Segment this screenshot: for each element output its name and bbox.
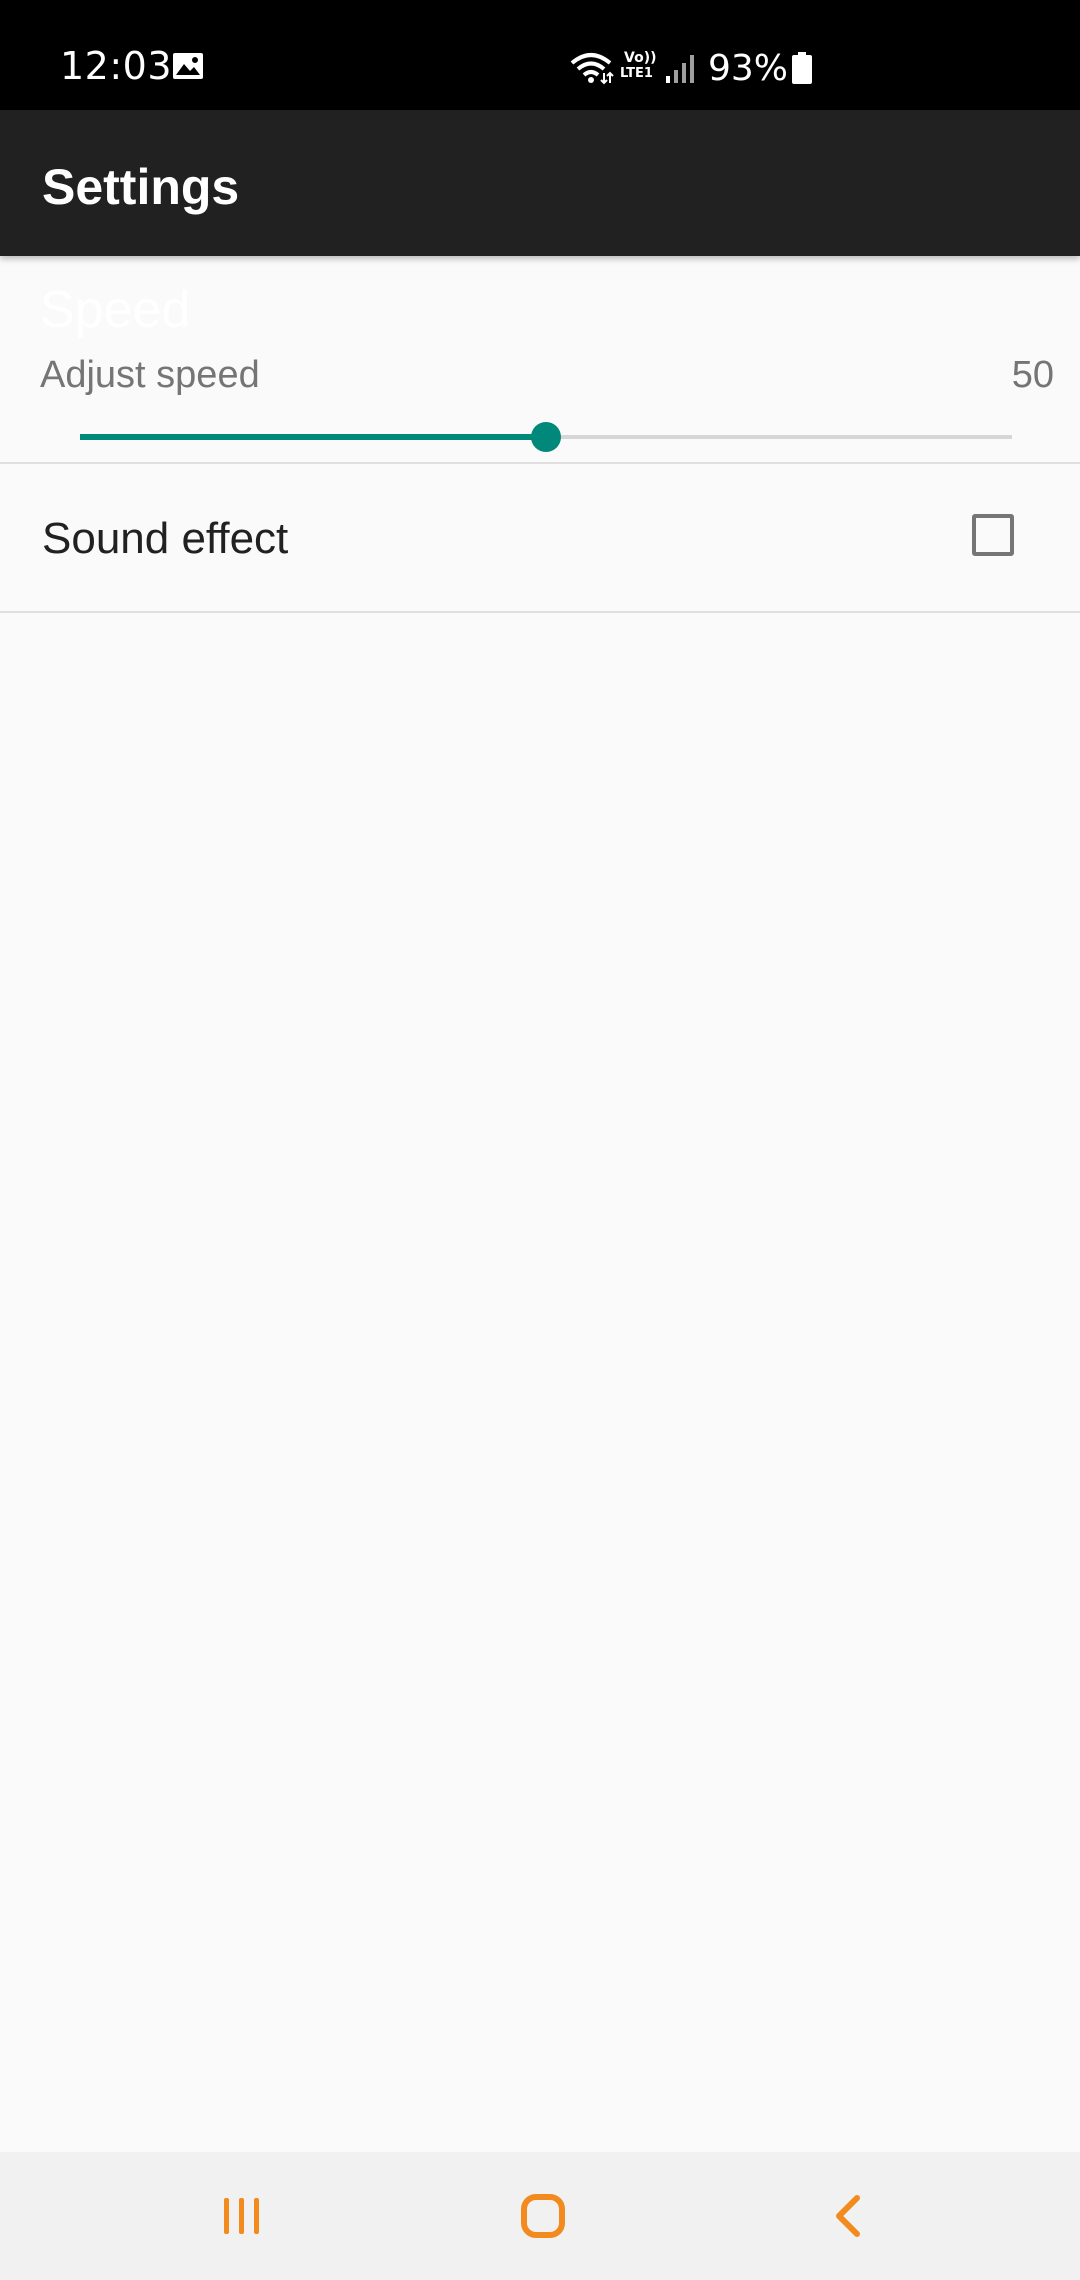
settings-screen: 12:03 Vo)) LTE1 93% Settings Speed Adjus… <box>0 0 1080 2280</box>
recent-apps-button[interactable] <box>172 2152 312 2280</box>
recent-apps-icon <box>224 2198 259 2234</box>
back-icon <box>836 2195 860 2237</box>
volte-icon: Vo)) LTE1 <box>618 50 658 86</box>
back-button[interactable] <box>777 2152 917 2280</box>
volte-bottom-label: LTE1 <box>620 66 653 81</box>
speed-value: 50 <box>1011 354 1054 396</box>
sound-effect-checkbox[interactable] <box>972 514 1014 556</box>
battery-percent: 93% <box>708 47 789 89</box>
signal-icon <box>666 55 694 83</box>
divider <box>0 611 1080 613</box>
image-icon <box>173 53 203 79</box>
speed-title: Speed <box>40 281 191 339</box>
slider-thumb[interactable] <box>531 422 561 452</box>
volte-top-label: Vo)) <box>624 50 657 66</box>
battery-icon <box>792 52 813 84</box>
wifi-icon <box>570 53 614 85</box>
status-bar: 12:03 Vo)) LTE1 93% <box>0 0 1080 110</box>
page-title: Settings <box>42 159 240 215</box>
home-icon <box>521 2194 565 2238</box>
sound-effect-preference[interactable]: Sound effect <box>0 464 1080 612</box>
slider-fill <box>80 434 546 440</box>
status-indicators: Vo)) LTE1 93% <box>568 44 813 92</box>
app-bar: Settings <box>0 110 1080 256</box>
navigation-bar <box>0 2152 1080 2280</box>
speed-preference: Speed Adjust speed 50 <box>0 256 1080 462</box>
speed-summary: Adjust speed <box>40 354 260 396</box>
speed-slider[interactable] <box>80 422 1012 452</box>
status-time: 12:03 <box>60 44 173 88</box>
sound-effect-label: Sound effect <box>42 514 289 563</box>
home-button[interactable] <box>473 2152 613 2280</box>
